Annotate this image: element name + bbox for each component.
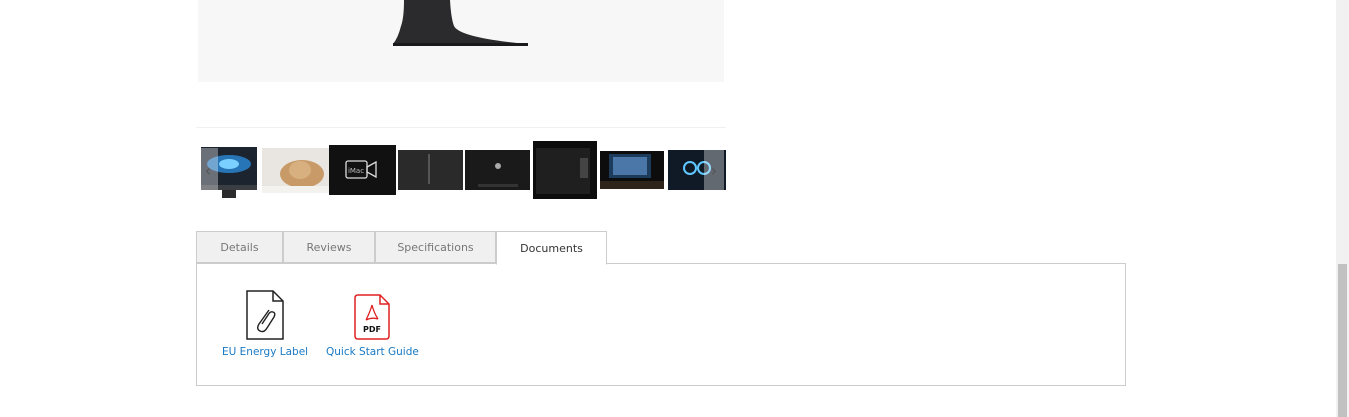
thumbnail-strip: iMac ‹ ›	[196, 127, 726, 212]
tab-details[interactable]: Details	[196, 231, 283, 263]
product-main-image[interactable]	[198, 0, 724, 82]
gallery-next-arrow[interactable]: ›	[704, 148, 724, 192]
gallery-prev-arrow[interactable]: ‹	[198, 148, 218, 192]
document-eu-energy-label[interactable]: EU Energy Label	[222, 290, 308, 358]
thumbnail-6[interactable]	[530, 128, 597, 212]
documents-panel: EU Energy Label PDF Quick Start Guide	[196, 263, 1126, 386]
thumbnail-5[interactable]	[463, 128, 530, 212]
document-label[interactable]: EU Energy Label	[222, 346, 308, 358]
imac-stand-image	[393, 0, 528, 46]
thumbnail-4[interactable]	[396, 128, 463, 212]
thumbnail-2[interactable]	[262, 128, 329, 212]
svg-text:iMac: iMac	[348, 167, 364, 175]
thumbnail-7[interactable]	[597, 128, 664, 212]
scrollbar-thumb[interactable]	[1338, 264, 1347, 417]
tab-documents[interactable]: Documents	[496, 231, 607, 265]
pdf-file-icon: PDF	[354, 294, 391, 340]
thumbnail-3-video[interactable]: iMac	[329, 128, 396, 212]
vertical-scrollbar[interactable]	[1336, 0, 1349, 417]
document-quick-start-guide[interactable]: PDF Quick Start Guide	[326, 290, 419, 358]
pdf-badge: PDF	[363, 325, 381, 334]
tab-specifications[interactable]: Specifications	[375, 231, 496, 263]
paperclip-file-icon	[246, 290, 284, 340]
document-label[interactable]: Quick Start Guide	[326, 346, 419, 358]
tab-reviews[interactable]: Reviews	[283, 231, 375, 263]
